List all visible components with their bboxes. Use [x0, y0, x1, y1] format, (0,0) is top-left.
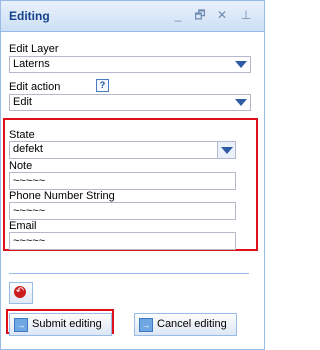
phone-input[interactable]: ~~~~~: [9, 202, 236, 220]
divider: [9, 273, 249, 274]
email-value: ~~~~~: [13, 235, 46, 247]
undo-button[interactable]: ↶: [9, 282, 33, 304]
state-value: defekt: [13, 143, 43, 155]
state-label: State: [9, 129, 35, 141]
edit-action-label: Edit action: [9, 81, 61, 93]
arrow-right-icon: →: [139, 318, 153, 332]
cancel-editing-label: Cancel editing: [157, 318, 227, 330]
close-icon[interactable]: ✕: [215, 8, 229, 22]
chevron-down-icon: [221, 147, 233, 154]
panel-title: Editing: [9, 9, 50, 23]
arrow-right-icon: →: [14, 318, 28, 332]
edit-action-select[interactable]: Edit: [9, 94, 251, 111]
edit-layer-select[interactable]: Laterns: [9, 56, 251, 73]
pin-icon[interactable]: ⊥: [239, 8, 253, 22]
minimize-icon[interactable]: _: [171, 8, 185, 22]
note-label: Note: [9, 160, 33, 172]
edit-layer-value: Laterns: [13, 58, 50, 70]
state-dropdown-trigger[interactable]: [217, 142, 235, 158]
note-value: ~~~~~: [13, 175, 46, 187]
cancel-editing-button[interactable]: → Cancel editing: [134, 313, 237, 336]
chevron-down-icon[interactable]: [235, 61, 247, 68]
email-input[interactable]: ~~~~~: [9, 232, 236, 250]
help-icon[interactable]: ?: [96, 79, 109, 92]
restore-icon[interactable]: 🗗: [193, 8, 207, 22]
title-bar: Editing _ 🗗 ✕ ⊥: [1, 1, 264, 32]
phone-label: Phone Number String: [9, 190, 115, 202]
undo-icon: ↶: [14, 286, 26, 298]
edit-action-value: Edit: [13, 96, 32, 108]
editing-panel: Editing _ 🗗 ✕ ⊥ Edit Layer Laterns Edit …: [0, 0, 265, 350]
edit-layer-label: Edit Layer: [9, 43, 59, 55]
note-input[interactable]: ~~~~~: [9, 172, 236, 190]
email-label: Email: [9, 220, 37, 232]
submit-editing-label: Submit editing: [32, 318, 102, 330]
chevron-down-icon[interactable]: [235, 99, 247, 106]
submit-editing-button[interactable]: → Submit editing: [9, 313, 112, 336]
phone-value: ~~~~~: [13, 205, 46, 217]
state-select[interactable]: defekt: [9, 141, 236, 159]
